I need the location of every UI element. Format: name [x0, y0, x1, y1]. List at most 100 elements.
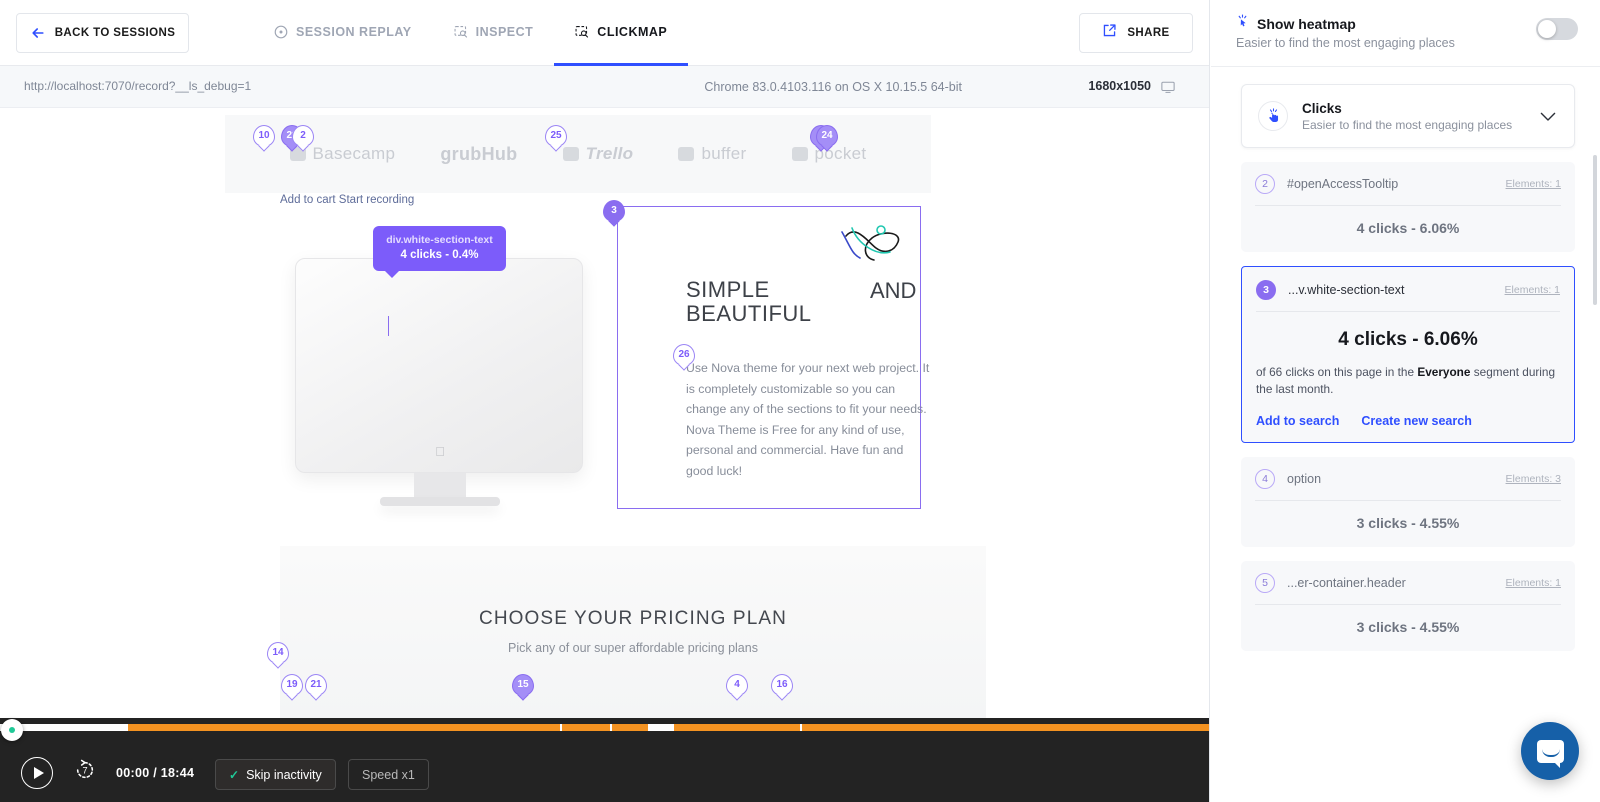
add-to-cart-text: Add to cart Start recording [280, 194, 415, 206]
logo-basecamp-label: Basecamp [312, 144, 396, 163]
click-item-divider [1255, 205, 1561, 206]
clickmap-badge-4[interactable]: 4 [726, 674, 748, 696]
tab-inspect[interactable]: INSPECT [433, 0, 555, 66]
hero-heading-line1: SIMPLE [686, 277, 770, 302]
clicks-mode-subtitle: Easier to find the most engaging places [1302, 117, 1513, 132]
chevron-down-icon[interactable] [1540, 109, 1556, 127]
rewind-10-button[interactable]: 7 [74, 759, 96, 786]
click-item-detail: of 66 clicks on this page in the Everyon… [1256, 364, 1560, 398]
click-item-header: 2 #openAccessTooltip Elements: 1 [1255, 174, 1561, 194]
timecode-display: 00:00 / 18:44 [116, 766, 195, 780]
click-item-divider [1255, 604, 1561, 605]
tooltip-stats: 4 clicks - 0.4% [400, 249, 479, 261]
click-tooltip: div.white-section-text 4 clicks - 0.4% [373, 226, 506, 278]
clicks-list-panel: Clicks Easier to find the most engaging … [1211, 67, 1600, 802]
hero-heading: SIMPLE BEAUTIFUL [686, 278, 986, 326]
session-meta-strip: http://localhost:7070/record?__ls_debug=… [0, 66, 1209, 108]
click-item-stats: 3 clicks - 4.55% [1356, 515, 1460, 531]
clickmap-badge-16[interactable]: 16 [771, 674, 793, 696]
clickmap-badge-15[interactable]: 15 [512, 674, 534, 696]
clickmap-badge-10[interactable]: 10 [253, 125, 275, 147]
tab-clickmap-label: CLICKMAP [597, 24, 668, 39]
monitor-neck [414, 473, 466, 499]
play-button[interactable] [21, 757, 53, 789]
screen-resolution: 1680x1050 [1088, 79, 1151, 93]
tab-inspect-label: INSPECT [475, 24, 534, 39]
click-item-number: 3 [1256, 280, 1276, 300]
click-item-selector: #openAccessTooltip [1287, 177, 1399, 191]
playback-speed-button[interactable]: Speed x1 [348, 759, 429, 790]
clicks-mode-selector[interactable]: Clicks Easier to find the most engaging … [1241, 84, 1575, 148]
page-url: http://localhost:7070/record?__ls_debug=… [24, 79, 252, 93]
click-item-selector: ...v.white-section-text [1288, 283, 1405, 297]
clickmap-badge-14[interactable]: 14 [267, 642, 289, 664]
logo-grubhub: grubHub [440, 143, 518, 164]
back-to-sessions-label: BACK TO SESSIONS [54, 27, 176, 39]
share-button[interactable]: SHARE [1079, 13, 1193, 53]
monitor-illustration:  [280, 248, 600, 508]
trello-mark-icon [562, 147, 579, 161]
intercom-launcher[interactable] [1521, 722, 1579, 780]
monitor-icon [1161, 81, 1175, 99]
replayed-page: Basecamp grubHub Trello buffer pocket Ad… [225, 108, 986, 718]
detail-prefix: of 66 clicks on this page in the [1256, 365, 1418, 379]
click-item-actions: Add to search Create new search [1256, 414, 1560, 428]
sidebar-scrollbar[interactable] [1593, 155, 1597, 305]
logo-trello: Trello [562, 144, 634, 164]
monitor-screen [295, 258, 583, 473]
replay-player-bar: 7 00:00 / 18:44 ✓ Skip inactivity Speed … [0, 718, 1209, 802]
timeline-marker-wide [648, 724, 674, 731]
tab-session-replay[interactable]: SESSION REPLAY [253, 0, 433, 66]
inspect-icon [454, 25, 468, 39]
clickmap-badge-26[interactable]: 26 [673, 344, 695, 366]
clickmap-badge-3[interactable]: 3 [603, 200, 625, 222]
click-element-item[interactable]: 5 ...er-container.header Elements: 1 3 c… [1241, 561, 1575, 651]
clickmap-badge-2[interactable]: 2 [292, 125, 314, 147]
clickmap-icon [575, 25, 589, 39]
clickmap-badge-21[interactable]: 21 [305, 674, 327, 696]
replay-pane: BACK TO SESSIONS SESSION REPLAY INSPECT [0, 0, 1210, 802]
click-element-item[interactable]: 2 #openAccessTooltip Elements: 1 4 click… [1241, 162, 1575, 252]
click-element-item[interactable]: 4 option Elements: 3 3 clicks - 4.55% [1241, 457, 1575, 547]
detail-segment: Everyone [1417, 365, 1471, 379]
click-item-number: 4 [1255, 469, 1275, 489]
clickmap-badge-24[interactable]: 24 [816, 125, 838, 147]
tab-clickmap[interactable]: CLICKMAP [554, 0, 689, 66]
heatmap-switch[interactable] [1536, 18, 1578, 40]
add-to-search-link[interactable]: Add to search [1256, 414, 1339, 428]
svg-text:7: 7 [82, 766, 87, 776]
click-hand-icon [1258, 101, 1288, 131]
timeline-scrubber-handle[interactable] [1, 719, 23, 741]
click-item-number: 2 [1255, 174, 1275, 194]
heatmap-toggle-section: Show heatmap Easier to find the most eng… [1211, 0, 1600, 66]
share-label: SHARE [1127, 27, 1170, 39]
top-navigation-bar: BACK TO SESSIONS SESSION REPLAY INSPECT [0, 0, 1209, 66]
click-item-stats: 4 clicks - 6.06% [1356, 220, 1460, 236]
skip-inactivity-toggle[interactable]: ✓ Skip inactivity [215, 759, 336, 790]
tooltip-selector: div.white-section-text [386, 234, 493, 246]
click-item-elements-count[interactable]: Elements: 1 [1505, 284, 1560, 296]
clickmap-sidebar: Show heatmap Easier to find the most eng… [1211, 0, 1600, 802]
clickmap-badge-19[interactable]: 19 [281, 674, 303, 696]
back-to-sessions-button[interactable]: BACK TO SESSIONS [16, 13, 189, 53]
heatmap-title-row: Show heatmap [1236, 14, 1576, 33]
clickmap-app: BACK TO SESSIONS SESSION REPLAY INSPECT [0, 0, 1600, 802]
freehand-annotation [840, 218, 910, 271]
click-item-number: 5 [1255, 573, 1275, 593]
clickmap-canvas: Basecamp grubHub Trello buffer pocket Ad… [0, 108, 1209, 718]
click-item-divider [1256, 311, 1560, 312]
click-item-selector: option [1287, 472, 1322, 486]
create-new-search-link[interactable]: Create new search [1361, 414, 1471, 428]
apple-logo-icon:  [435, 444, 445, 459]
click-item-elements-count[interactable]: Elements: 1 [1506, 178, 1561, 190]
hero-paragraph: Use Nova theme for your next web project… [686, 361, 930, 478]
click-item-elements-count[interactable]: Elements: 3 [1506, 473, 1561, 485]
click-element-item-selected[interactable]: 3 ...v.white-section-text Elements: 1 4 … [1241, 266, 1575, 443]
click-item-header: 4 option Elements: 3 [1255, 469, 1561, 489]
play-icon [33, 767, 44, 779]
skip-inactivity-label: Skip inactivity [246, 767, 322, 782]
clickmap-badge-25[interactable]: 25 [545, 125, 567, 147]
timeline-track[interactable] [0, 724, 1209, 731]
click-item-header: 3 ...v.white-section-text Elements: 1 [1256, 280, 1560, 300]
click-item-elements-count[interactable]: Elements: 1 [1506, 577, 1561, 589]
